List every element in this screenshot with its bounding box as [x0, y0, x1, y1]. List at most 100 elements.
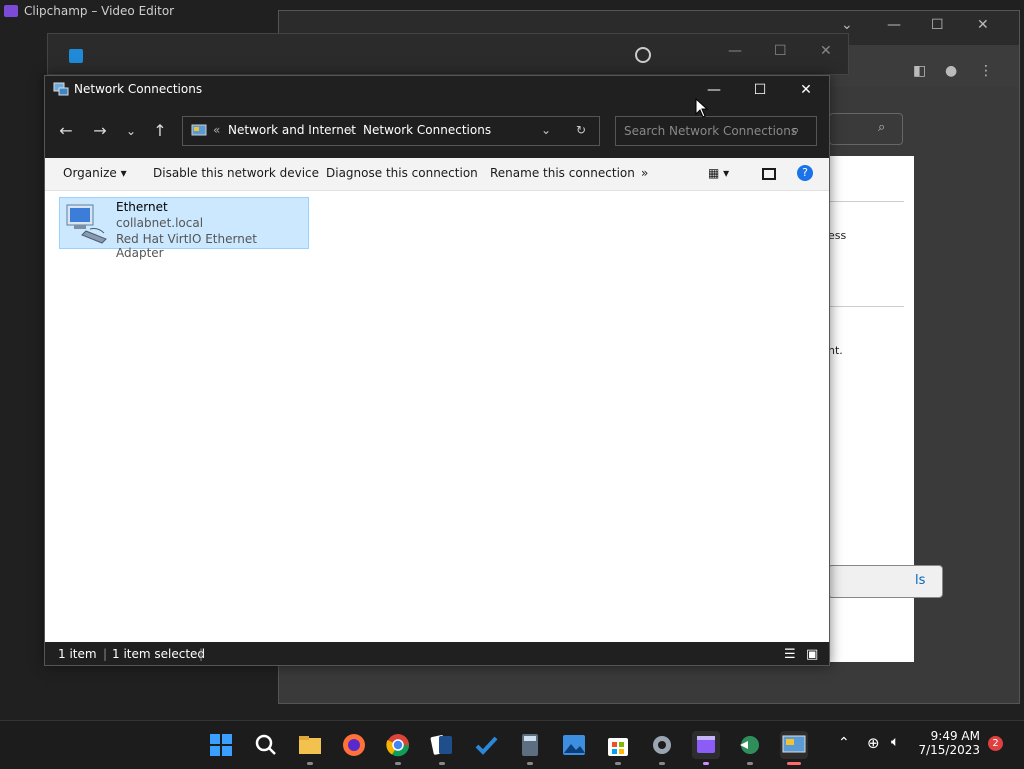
volume-icon[interactable]: 🔈︎ — [891, 734, 899, 750]
status-bar: 1 item | 1 item selected | ☰ ▣ — [45, 642, 829, 665]
control-panel-icon[interactable] — [780, 731, 808, 765]
clock-time: 9:49 AM — [930, 729, 980, 743]
maximize-icon[interactable]: ☐ — [774, 43, 787, 59]
sidebar-toggle-icon[interactable]: ◧ — [913, 63, 926, 79]
item-count: 1 item — [58, 647, 97, 661]
breadcrumb-separator[interactable]: › — [348, 123, 353, 137]
close-button[interactable]: ✕ — [783, 76, 829, 104]
running-indicator — [527, 762, 533, 765]
item-domain: collabnet.local — [116, 216, 204, 230]
clipchamp-icon — [4, 5, 18, 17]
close-icon[interactable]: ✕ — [977, 17, 989, 33]
file-list[interactable]: Ethernet collabnet.local Red Hat VirtIO … — [45, 191, 829, 642]
store-icon[interactable] — [604, 731, 632, 765]
item-adapter: Red Hat VirtIO Ethernet Adapter — [116, 232, 257, 260]
recent-locations-icon[interactable]: ⌄ — [118, 118, 144, 144]
more-commands-button[interactable]: » — [641, 166, 648, 180]
running-indicator — [307, 762, 313, 765]
running-indicator — [747, 762, 753, 765]
calculator-icon[interactable] — [516, 731, 544, 765]
chrome-icon[interactable] — [384, 731, 412, 765]
settings-text-fragment: ess — [828, 229, 847, 242]
back-icon[interactable]: ← — [53, 118, 79, 144]
show-hidden-icons-icon[interactable]: ⌃ — [838, 735, 850, 751]
todo-icon[interactable] — [472, 731, 500, 759]
menu-icon[interactable]: ⋮ — [979, 63, 993, 79]
running-indicator — [659, 762, 665, 765]
status-divider: | — [199, 647, 204, 661]
breadcrumb-network-and-internet[interactable]: Network and Internet — [228, 123, 356, 137]
running-indicator — [395, 762, 401, 765]
up-icon[interactable]: ↑ — [147, 118, 173, 144]
minimize-icon[interactable]: — — [887, 17, 901, 33]
network-connections-icon — [53, 82, 69, 96]
running-indicator — [703, 762, 709, 765]
view-options-icon[interactable]: ▦ ▾ — [708, 166, 729, 180]
network-connections-window[interactable]: Network Connections — ☐ ✕ ← → ⌄ ↑ « Netw… — [44, 75, 830, 666]
taskbar: ⌃ ⊕ 🔈︎ 9:49 AM 7/15/2023 2 — [0, 720, 1024, 769]
solitaire-icon[interactable] — [428, 731, 456, 765]
minimize-icon[interactable]: — — [728, 43, 742, 59]
navigation-bar: ← → ⌄ ↑ « Network and Internet › Network… — [45, 104, 829, 158]
firefox-icon[interactable] — [340, 731, 368, 759]
maximize-icon[interactable]: ☐ — [931, 17, 944, 33]
account-icon[interactable] — [635, 47, 651, 63]
preview-pane-icon[interactable] — [762, 168, 776, 180]
globe-icon[interactable]: ⊕ — [867, 734, 880, 752]
chevron-down-icon[interactable]: ⌄ — [841, 17, 853, 33]
control-panel-icon — [191, 124, 207, 136]
selected-count: 1 item selected — [112, 647, 206, 661]
list-item-ethernet[interactable]: Ethernet collabnet.local Red Hat VirtIO … — [59, 197, 309, 260]
clock-date: 7/15/2023 — [918, 743, 980, 757]
rename-button[interactable]: Rename this connection — [490, 166, 635, 180]
search-box[interactable]: Search Network Connections ⌕ — [615, 116, 817, 146]
file-explorer-icon[interactable] — [296, 731, 324, 765]
settings-icon[interactable] — [648, 731, 676, 765]
divider — [828, 201, 904, 202]
search-icon: ⌕ — [792, 123, 800, 138]
search-input[interactable]: Search Network Connections — [624, 124, 797, 138]
status-divider: | — [103, 647, 108, 661]
network-icon[interactable] — [736, 731, 764, 765]
breadcrumb-overflow[interactable]: « — [213, 123, 220, 137]
clipchamp-icon[interactable] — [692, 731, 720, 765]
windows-start-icon[interactable] — [207, 731, 235, 759]
settings-details-button[interactable]: ls — [828, 565, 943, 598]
browser-search-box[interactable]: ⌕ — [829, 113, 903, 145]
divider — [828, 306, 904, 307]
settings-text-fragment: nt. — [828, 344, 843, 357]
window-title: Network Connections — [74, 82, 203, 96]
diagnose-button[interactable]: Diagnose this connection — [326, 166, 478, 180]
item-name: Ethernet — [116, 200, 168, 214]
organize-button[interactable]: Organize ▾ — [63, 166, 127, 180]
forward-icon[interactable]: → — [87, 118, 113, 144]
mouse-cursor-icon — [695, 98, 709, 118]
disable-device-button[interactable]: Disable this network device — [153, 166, 319, 180]
clipchamp-title: Clipchamp – Video Editor — [24, 4, 175, 18]
running-indicator — [787, 762, 801, 765]
profile-icon[interactable]: ● — [945, 63, 957, 79]
details-view-icon[interactable]: ☰ — [784, 647, 796, 662]
photos-icon[interactable] — [560, 731, 588, 759]
help-icon[interactable]: ? — [797, 165, 813, 181]
address-dropdown-icon[interactable]: ⌄ — [541, 123, 551, 137]
search-icon: ⌕ — [878, 120, 886, 135]
store-window[interactable]: — ☐ ✕ — [47, 33, 849, 75]
refresh-icon[interactable]: ↻ — [576, 123, 586, 137]
organize-label: Organize — [63, 166, 117, 180]
store-icon — [69, 49, 83, 63]
running-indicator — [615, 762, 621, 765]
close-icon[interactable]: ✕ — [820, 43, 832, 59]
notification-badge[interactable]: 2 — [988, 736, 1003, 751]
system-clock[interactable]: 9:49 AM 7/15/2023 — [914, 729, 980, 757]
settings-button-label: ls — [915, 573, 926, 588]
maximize-button[interactable]: ☐ — [737, 76, 783, 104]
command-bar: Organize ▾ Disable this network device D… — [45, 158, 829, 191]
large-icons-view-icon[interactable]: ▣ — [806, 647, 818, 662]
address-bar[interactable]: « Network and Internet › Network Connect… — [182, 116, 600, 146]
search-icon[interactable] — [252, 731, 280, 759]
window-titlebar[interactable]: Network Connections — ☐ ✕ — [45, 76, 829, 104]
ethernet-adapter-icon — [66, 204, 107, 244]
running-indicator — [439, 762, 445, 765]
breadcrumb-network-connections[interactable]: Network Connections — [363, 123, 491, 137]
